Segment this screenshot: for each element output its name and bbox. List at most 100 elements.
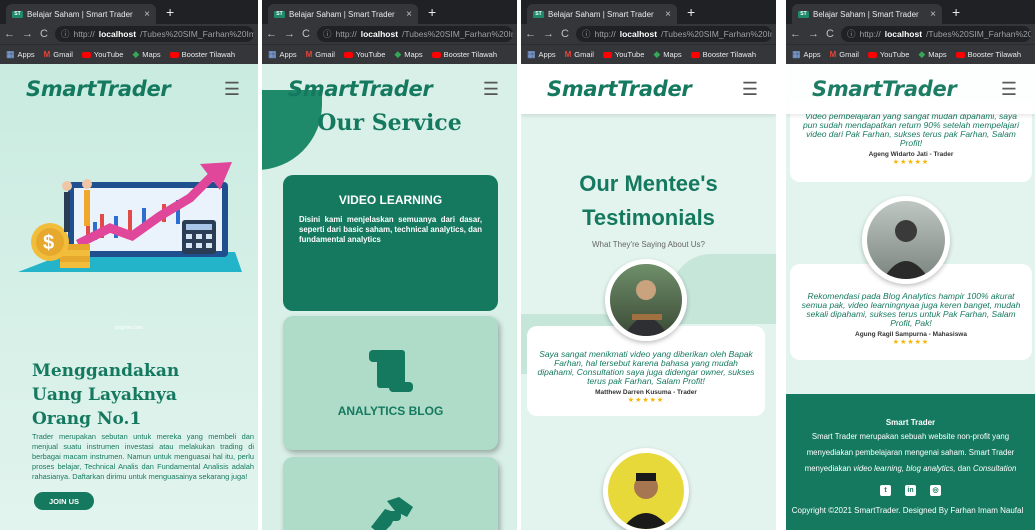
forward-icon[interactable]: → — [808, 28, 819, 40]
bookmark-booster[interactable]: Booster Tilawah — [690, 50, 756, 59]
site-navbar: SmartTrader ☰ — [262, 64, 517, 114]
site-logo[interactable]: SmartTrader — [288, 77, 433, 101]
testimonial-card: Video pembelajaran yang sangat mudah dip… — [790, 102, 1032, 182]
image-credit: pngtree.com — [115, 325, 143, 331]
reload-icon[interactable]: C — [40, 28, 48, 40]
new-tab-button[interactable]: + — [952, 3, 960, 21]
join-us-button[interactable]: JOIN US — [34, 492, 94, 510]
hamburger-menu-icon[interactable]: ☰ — [1001, 79, 1017, 100]
bookmark-gmail[interactable]: M Gmail — [44, 50, 73, 59]
testimonials-subtitle: What They're Saying About Us? — [592, 240, 705, 249]
service-card-analytics-blog[interactable]: ANALYTICS BLOG — [283, 316, 498, 450]
site-logo[interactable]: SmartTrader — [26, 77, 171, 101]
tab-close-icon[interactable]: × — [930, 9, 936, 20]
forward-icon[interactable]: → — [284, 28, 295, 40]
address-bar[interactable]: ⓘhttp://localhost/Tubes%20SIM_Farhan%20I… — [54, 26, 254, 42]
new-tab-button[interactable]: + — [687, 3, 695, 21]
testimonial-author: Agung Ragil Sampurna - Mahasiswa — [855, 331, 967, 338]
decorative-shape — [671, 254, 776, 324]
bookmark-youtube[interactable]: YouTube — [867, 50, 909, 59]
bookmark-apps[interactable]: ▦ Apps — [268, 49, 297, 60]
bookmark-booster[interactable]: Booster Tilawah — [169, 50, 235, 59]
hero-headline: Menggandakan Uang Layaknya Orang No.1 — [32, 361, 180, 429]
bookmark-maps[interactable]: ◆ Maps — [653, 49, 681, 60]
bookmark-youtube[interactable]: YouTube — [602, 50, 644, 59]
screenshot-home: ST Belajar Saham | Smart Trader × + ← → C ⓘ h… — [0, 0, 258, 530]
address-bar[interactable]: ⓘhttp://localhost/Tubes%20SIM_Farhan%20I… — [840, 26, 1031, 42]
bookmark-apps[interactable]: ▦ Apps — [6, 49, 35, 60]
browser-tab[interactable]: ST Belajar Saham | Smart Trader × — [6, 4, 156, 24]
webpage: SmartTrader ☰ Our Mentee's Testimonials … — [521, 64, 776, 530]
reload-icon[interactable]: C — [561, 28, 569, 40]
info-icon: ⓘ — [846, 29, 856, 39]
bookmark-youtube[interactable]: YouTube — [81, 50, 123, 59]
tab-close-icon[interactable]: × — [144, 9, 150, 20]
info-icon: ⓘ — [322, 29, 332, 39]
forward-icon[interactable]: → — [22, 28, 33, 40]
rating-stars: ★★★★★ — [627, 397, 665, 404]
linkedin-icon[interactable]: in — [905, 485, 916, 496]
bookmark-booster[interactable]: Booster Tilawah — [431, 50, 497, 59]
youtube-icon — [343, 51, 353, 58]
tab-close-icon[interactable]: × — [406, 9, 412, 20]
hero-description: Trader merupakan sebutan untuk mereka ya… — [32, 432, 254, 481]
instagram-icon[interactable]: ◎ — [930, 485, 941, 496]
bookmarks-bar: ▦ Apps M Gmail YouTube ◆ Maps Booster Tilaw… — [521, 44, 776, 64]
bookmark-maps[interactable]: ◆ Maps — [132, 49, 160, 60]
back-icon[interactable]: ← — [266, 28, 277, 40]
reload-icon[interactable]: C — [302, 28, 310, 40]
browser-tab[interactable]: ST Belajar Saham | Smart Trader × — [527, 4, 677, 24]
gmail-icon: M — [564, 50, 572, 59]
bookmark-maps[interactable]: ◆ Maps — [918, 49, 946, 60]
back-icon[interactable]: ← — [790, 28, 801, 40]
rating-stars: ★★★★★ — [892, 159, 930, 166]
bookmark-gmail[interactable]: M Gmail — [565, 50, 594, 59]
bookmarks-bar: ▦ Apps M Gmail YouTube ◆ Maps Booster Tilaw… — [262, 44, 517, 64]
hamburger-menu-icon[interactable]: ☰ — [483, 79, 499, 100]
bookmark-youtube[interactable]: YouTube — [343, 50, 385, 59]
hamburger-menu-icon[interactable]: ☰ — [224, 79, 240, 100]
person-photo-icon — [883, 220, 929, 279]
testimonial-quote: Saya sangat menikmati video yang diberik… — [537, 349, 755, 386]
reload-icon[interactable]: C — [826, 28, 834, 40]
hamburger-menu-icon[interactable]: ☰ — [742, 79, 758, 100]
bookmark-apps[interactable]: ▦ Apps — [792, 49, 821, 60]
browser-tab[interactable]: ST Belajar Saham | Smart Trader × — [792, 4, 942, 24]
bookmark-gmail[interactable]: M Gmail — [830, 50, 859, 59]
bookmark-booster[interactable]: Booster Tilawah — [955, 50, 1021, 59]
service-card-consultation[interactable] — [283, 457, 498, 530]
site-logo[interactable]: SmartTrader — [812, 77, 957, 101]
browser-tab[interactable]: ST Belajar Saham | Smart Trader × — [268, 4, 418, 24]
site-logo[interactable]: SmartTrader — [547, 77, 692, 101]
person-photo-icon — [624, 280, 668, 336]
bookmark-gmail[interactable]: M Gmail — [306, 50, 335, 59]
bookmark-apps[interactable]: ▦ Apps — [527, 49, 556, 60]
address-bar[interactable]: ⓘhttp://localhost/Tubes%20SIM_Farhan%20I… — [316, 26, 513, 42]
svg-text:$: $ — [43, 232, 54, 254]
address-bar[interactable]: ⓘhttp://localhost/Tubes%20SIM_Farhan%20I… — [575, 26, 772, 42]
youtube-icon — [690, 51, 700, 58]
tab-close-icon[interactable]: × — [665, 9, 671, 20]
back-icon[interactable]: ← — [525, 28, 536, 40]
maps-pin-icon: ◆ — [132, 49, 140, 59]
screenshot-footer: ST Belajar Saham | Smart Trader × + ← → C ⓘ h… — [786, 0, 1035, 530]
site-navbar: SmartTrader ☰ — [786, 64, 1035, 114]
gmail-icon: M — [43, 50, 51, 59]
youtube-icon — [169, 51, 179, 58]
scroll-icon — [369, 350, 413, 392]
back-icon[interactable]: ← — [4, 28, 15, 40]
new-tab-button[interactable]: + — [166, 3, 174, 21]
bookmark-maps[interactable]: ◆ Maps — [394, 49, 422, 60]
maps-pin-icon: ◆ — [653, 49, 661, 59]
service-card-video-learning[interactable]: VIDEO LEARNING Disini kami menjelaskan s… — [283, 175, 498, 311]
youtube-icon — [431, 51, 441, 58]
gmail-icon: M — [829, 50, 837, 59]
mentee-avatar — [862, 196, 950, 284]
twitter-icon[interactable]: t — [880, 485, 891, 496]
forward-icon[interactable]: → — [543, 28, 554, 40]
service-card-title: VIDEO LEARNING — [338, 193, 443, 207]
new-tab-button[interactable]: + — [428, 3, 436, 21]
webpage: SmartTrader ☰ Our Service VIDEO LEARNING… — [262, 64, 517, 530]
browser-chrome: ST Belajar Saham | Smart Trader × + ← → C ⓘ h… — [0, 0, 258, 64]
footer-description: Smart Trader merupakan sebuah website no… — [804, 432, 1017, 473]
